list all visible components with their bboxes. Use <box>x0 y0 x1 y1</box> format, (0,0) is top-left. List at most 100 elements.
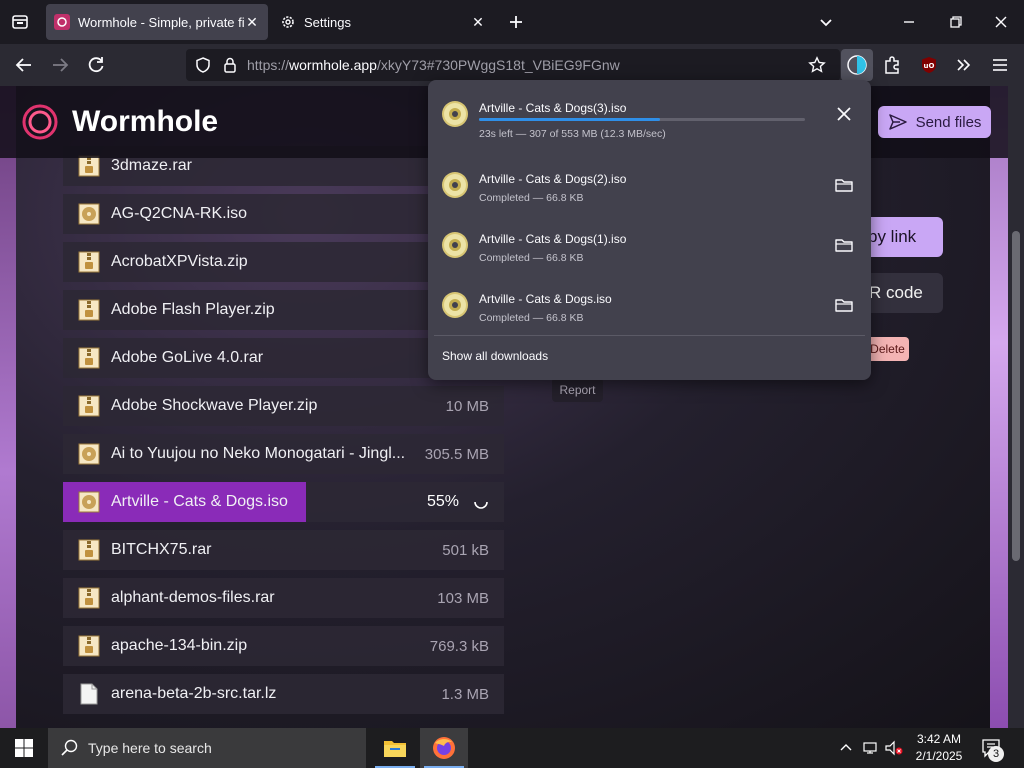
download-progress-icon <box>847 55 867 75</box>
send-files-button[interactable]: Send files <box>878 106 991 138</box>
file-row[interactable]: Ai to Yuujou no Neko Monogatari - Jingl.… <box>63 434 504 474</box>
cancel-download-close-icon[interactable] <box>834 104 854 124</box>
wormhole-logo-icon <box>22 104 58 140</box>
action-center-button[interactable]: 3 <box>978 736 1008 762</box>
archive-file-icon <box>78 539 100 561</box>
tab-overflow-chevron-down-icon[interactable] <box>814 10 838 34</box>
download-filename: Artville - Cats & Dogs.iso <box>479 292 612 306</box>
bookmark-star-icon[interactable] <box>808 56 826 74</box>
windows-taskbar: Type here to search 3:42 AM 2/1/2025 3 <box>0 728 1024 768</box>
file-row[interactable]: Artville - Cats & Dogs.iso 55% <box>63 482 504 522</box>
download-status: Completed — 66.8 KB <box>479 252 584 264</box>
close-tab-icon[interactable]: ✕ <box>470 14 486 30</box>
page-scrollbar-thumb[interactable] <box>1012 231 1020 561</box>
archive-file-icon <box>78 587 100 609</box>
copy-link-button[interactable]: py link <box>864 217 943 257</box>
qr-code-button[interactable]: R code <box>864 273 943 313</box>
download-status: 23s left — 307 of 553 MB (12.3 MB/sec) <box>479 128 666 140</box>
show-all-downloads-link[interactable]: Show all downloads <box>442 349 548 363</box>
divider <box>434 335 865 336</box>
file-explorer-taskbar-button[interactable] <box>371 728 419 768</box>
archive-file-icon <box>78 251 100 273</box>
downloads-button[interactable] <box>841 49 873 81</box>
file-row[interactable]: alphant-demos-files.rar 103 MB <box>63 578 504 618</box>
start-button[interactable] <box>0 728 48 768</box>
download-item[interactable]: Artville - Cats & Dogs.iso Completed — 66… <box>428 275 871 335</box>
paper-plane-icon <box>888 114 907 130</box>
download-item[interactable]: Artville - Cats & Dogs(3).iso 23s left — … <box>428 84 871 144</box>
download-filename: Artville - Cats & Dogs(1).iso <box>479 232 627 246</box>
reload-icon[interactable] <box>84 53 108 77</box>
cd-disc-icon <box>442 292 468 318</box>
tab-wormhole[interactable]: Wormhole - Simple, private file ✕ <box>46 4 268 40</box>
lock-icon[interactable] <box>221 56 239 74</box>
url-path: /xkyY73#730PWggS18t_VBiEG9FGnw <box>376 57 620 73</box>
wormhole-favicon-icon <box>54 14 70 30</box>
report-button[interactable]: Report <box>552 378 603 402</box>
more-tools-chevrons-icon[interactable] <box>952 53 976 77</box>
search-icon <box>61 739 78 756</box>
archive-file-icon <box>78 347 100 369</box>
background-art <box>990 86 1008 728</box>
download-status: Completed — 66.8 KB <box>479 312 584 324</box>
download-item[interactable]: Artville - Cats & Dogs(1).iso Completed —… <box>428 215 871 275</box>
downloads-panel: Artville - Cats & Dogs.iso Completed — 66… <box>428 80 871 380</box>
firefox-taskbar-button[interactable] <box>420 728 468 768</box>
report-label: Report <box>559 383 596 397</box>
address-bar[interactable]: https://wormhole.app/xkyY73#730PWggS18t_… <box>186 49 840 81</box>
brand-logo[interactable]: Wormhole <box>20 100 218 144</box>
file-icon <box>80 683 98 705</box>
send-files-label: Send files <box>915 113 982 131</box>
file-size: 501 kB <box>442 541 489 559</box>
url-text[interactable]: https://wormhole.app/xkyY73#730PWggS18t_… <box>247 57 620 73</box>
download-progress-bar <box>479 118 805 121</box>
download-item[interactable]: Artville - Cats & Dogs(2).iso Completed —… <box>428 155 871 215</box>
show-in-folder-icon[interactable] <box>834 175 854 195</box>
hamburger-menu-icon[interactable] <box>988 53 1012 77</box>
file-row[interactable]: arena-beta-2b-src.tar.lz 1.3 MB <box>63 674 504 714</box>
close-window-icon[interactable] <box>989 10 1013 34</box>
url-scheme: https:// <box>247 57 290 73</box>
file-size: 10 MB <box>445 397 489 415</box>
new-tab-plus-icon[interactable] <box>504 10 528 34</box>
back-arrow-icon[interactable] <box>12 53 36 77</box>
network-icon[interactable] <box>862 728 882 768</box>
url-host: wormhole.app <box>289 57 377 73</box>
file-name: BITCHX75.rar <box>111 541 212 558</box>
file-size: 1.3 MB <box>441 685 489 703</box>
taskbar-search-box[interactable]: Type here to search <box>48 728 366 768</box>
extensions-puzzle-icon[interactable] <box>880 53 904 77</box>
file-row[interactable]: Adobe Shockwave Player.zip 10 MB <box>63 386 504 426</box>
file-row[interactable]: apache-134-bin.zip 769.3 kB <box>63 626 504 666</box>
list-all-tabs-icon[interactable] <box>8 10 32 34</box>
tab-title: Wormhole - Simple, private file <box>78 14 244 30</box>
shield-icon[interactable] <box>194 56 212 74</box>
forward-arrow-icon[interactable] <box>48 53 72 77</box>
tab-title: Settings <box>304 14 351 30</box>
copy-link-label: py link <box>868 227 917 246</box>
archive-file-icon <box>78 395 100 417</box>
download-filename: Artville - Cats & Dogs(2).iso <box>479 172 627 186</box>
restore-window-icon[interactable] <box>943 10 967 34</box>
download-filename: Artville - Cats & Dogs(3).iso <box>479 101 627 115</box>
brand-name: Wormhole <box>72 105 219 138</box>
minimize-icon[interactable] <box>897 10 921 34</box>
notification-count-badge: 3 <box>988 746 1004 762</box>
tab-settings[interactable]: Settings ✕ <box>272 4 494 40</box>
show-in-folder-icon[interactable] <box>834 235 854 255</box>
firefox-icon <box>433 737 455 759</box>
show-in-folder-icon[interactable] <box>834 295 854 315</box>
cd-disc-icon <box>442 172 468 198</box>
volume-muted-icon[interactable] <box>884 728 906 768</box>
clock-date: 2/1/2025 <box>915 749 963 763</box>
disc-image-file-icon <box>78 491 100 513</box>
file-name: apache-134-bin.zip <box>111 637 248 654</box>
delete-button[interactable]: Delete <box>866 337 909 361</box>
file-name: Artville - Cats & Dogs.iso <box>111 493 288 510</box>
show-hidden-icons-chevron-up-icon[interactable] <box>838 728 854 768</box>
close-tab-icon[interactable]: ✕ <box>244 14 260 30</box>
taskbar-clock[interactable]: 3:42 AM 2/1/2025 <box>906 731 972 765</box>
ublock-origin-icon[interactable]: uO <box>917 53 941 77</box>
file-name: arena-beta-2b-src.tar.lz <box>111 685 277 702</box>
file-row[interactable]: BITCHX75.rar 501 kB <box>63 530 504 570</box>
